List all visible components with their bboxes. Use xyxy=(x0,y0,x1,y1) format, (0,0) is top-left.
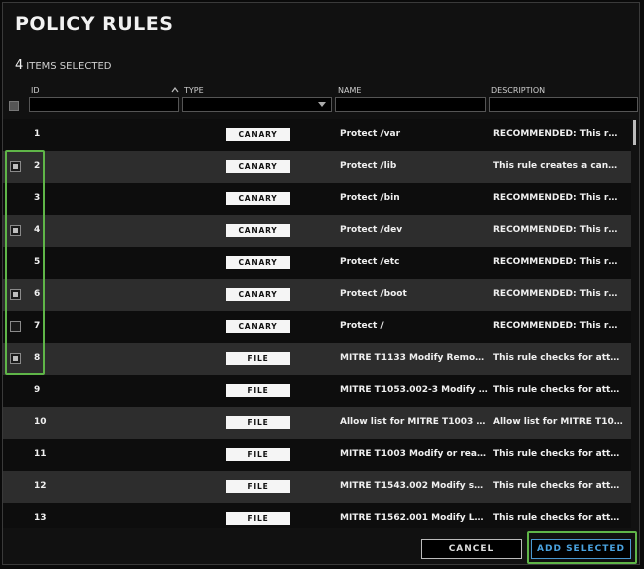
type-filter-select[interactable] xyxy=(182,97,332,112)
rule-type-badge: CANARY xyxy=(226,320,290,333)
selected-label: ITEMS SELECTED xyxy=(26,61,112,72)
rule-type-badge: FILE xyxy=(226,448,290,461)
rule-description: This rule creates a canary fil... xyxy=(493,161,623,171)
table-row[interactable]: 5 CANARY Protect /etc RECOMMENDED: This rul… xyxy=(3,247,631,279)
dialog-title: POLICY RULES xyxy=(15,13,174,35)
rule-id: 9 xyxy=(34,385,41,395)
rule-description: This rule checks for attempt... xyxy=(493,353,623,363)
rule-description: RECOMMENDED: This rule cr... xyxy=(493,193,623,203)
selection-summary: 4 ITEMS SELECTED xyxy=(15,58,111,73)
rule-name: MITRE T1003 Modify or read ... xyxy=(340,449,488,459)
rule-description: This rule checks for attempt... xyxy=(493,449,623,459)
rule-description: Allow list for MITRE T1003 M... xyxy=(493,417,623,427)
rule-name: MITRE T1543.002 Modify sys... xyxy=(340,481,488,491)
rule-description: RECOMMENDED: This rule cr... xyxy=(493,257,623,267)
table-row[interactable]: 7CANARYProtect /RECOMMENDED: This rule c… xyxy=(3,311,631,343)
select-all-checkbox[interactable] xyxy=(9,101,19,111)
name-filter-input[interactable] xyxy=(335,97,486,112)
sort-ascending-icon[interactable] xyxy=(170,85,180,95)
selected-count: 4 xyxy=(15,58,24,73)
table-row[interactable]: 13 FILE MITRE T1562.001 Modify LS... This r… xyxy=(3,503,631,528)
rule-name: Protect /boot xyxy=(340,289,407,299)
rule-name: Protect /bin xyxy=(340,193,400,203)
rule-name: MITRE T1053.002-3 Modify r... xyxy=(340,385,488,395)
table-row[interactable]: 12 FILE MITRE T1543.002 Modify sys... This … xyxy=(3,471,631,503)
rule-type-badge: CANARY xyxy=(226,128,290,141)
rule-type-badge: FILE xyxy=(226,480,290,493)
rule-id: 1 xyxy=(34,129,41,139)
rule-type-badge: CANARY xyxy=(226,192,290,205)
rule-description: This rule checks for attempt... xyxy=(493,385,623,395)
rule-type-badge: FILE xyxy=(226,352,290,365)
column-header-description[interactable]: DESCRIPTION xyxy=(491,86,545,95)
rule-description: RECOMMENDED: This rule cr... xyxy=(493,129,623,139)
rule-name: Protect /dev xyxy=(340,225,403,235)
column-header-name[interactable]: NAME xyxy=(338,86,361,95)
rule-id: 11 xyxy=(34,449,47,459)
id-filter-input[interactable] xyxy=(29,97,179,112)
rule-type-badge: CANARY xyxy=(226,224,290,237)
table-row[interactable]: 11 FILE MITRE T1003 Modify or read ... This… xyxy=(3,439,631,471)
selected-checkboxes-highlight xyxy=(5,150,45,375)
table-row[interactable]: 8 FILE MITRE T1133 Modify Remot... This rul… xyxy=(3,343,631,375)
table-row[interactable]: 4 CANARY Protect /dev RECOMMENDED: This rul… xyxy=(3,215,631,247)
table-row[interactable]: 10 FILE Allow list for MITRE T1003 M... All… xyxy=(3,407,631,439)
rule-description: This rule checks for attempt... xyxy=(493,513,623,523)
rule-type-badge: FILE xyxy=(226,416,290,429)
table-row[interactable]: 2 CANARY Protect /lib This rule creates a c… xyxy=(3,151,631,183)
rule-description: RECOMMENDED: This rule cr... xyxy=(493,289,623,299)
column-header-id[interactable]: ID xyxy=(31,86,40,95)
rule-type-badge: CANARY xyxy=(226,256,290,269)
rules-table-body: 1 CANARY Protect /var RECOMMENDED: This rul… xyxy=(3,119,631,528)
table-scrollbar[interactable] xyxy=(633,120,636,145)
rule-name: Protect /etc xyxy=(340,257,400,267)
rule-type-badge: FILE xyxy=(226,512,290,525)
rule-description: RECOMMENDED: This rule cr... xyxy=(493,321,623,331)
rule-id: 12 xyxy=(34,481,47,491)
rule-type-badge: FILE xyxy=(226,384,290,397)
rule-description: RECOMMENDED: This rule cr... xyxy=(493,225,623,235)
cancel-button[interactable]: CANCEL xyxy=(421,539,522,559)
table-row[interactable]: 1 CANARY Protect /var RECOMMENDED: This rul… xyxy=(3,119,631,151)
rule-name: Protect / xyxy=(340,321,384,331)
description-filter-input[interactable] xyxy=(489,97,638,112)
rule-id: 10 xyxy=(34,417,47,427)
table-row[interactable]: 9 FILE MITRE T1053.002-3 Modify r... This r… xyxy=(3,375,631,407)
rule-name: Protect /lib xyxy=(340,161,397,171)
rule-type-badge: CANARY xyxy=(226,160,290,173)
chevron-down-icon[interactable] xyxy=(318,102,326,107)
column-header-type[interactable]: TYPE xyxy=(184,86,204,95)
rule-name: MITRE T1562.001 Modify LS... xyxy=(340,513,488,523)
rule-description: This rule checks for attempt... xyxy=(493,481,623,491)
rule-name: MITRE T1133 Modify Remot... xyxy=(340,353,488,363)
rule-name: Protect /var xyxy=(340,129,401,139)
table-row[interactable]: 6 CANARY Protect /boot RECOMMENDED: This ru… xyxy=(3,279,631,311)
rule-id: 13 xyxy=(34,513,47,523)
rule-type-badge: CANARY xyxy=(226,288,290,301)
table-row[interactable]: 3 CANARY Protect /bin RECOMMENDED: This rul… xyxy=(3,183,631,215)
add-selected-button[interactable]: ADD SELECTED xyxy=(531,539,631,559)
rule-name: Allow list for MITRE T1003 M... xyxy=(340,417,488,427)
